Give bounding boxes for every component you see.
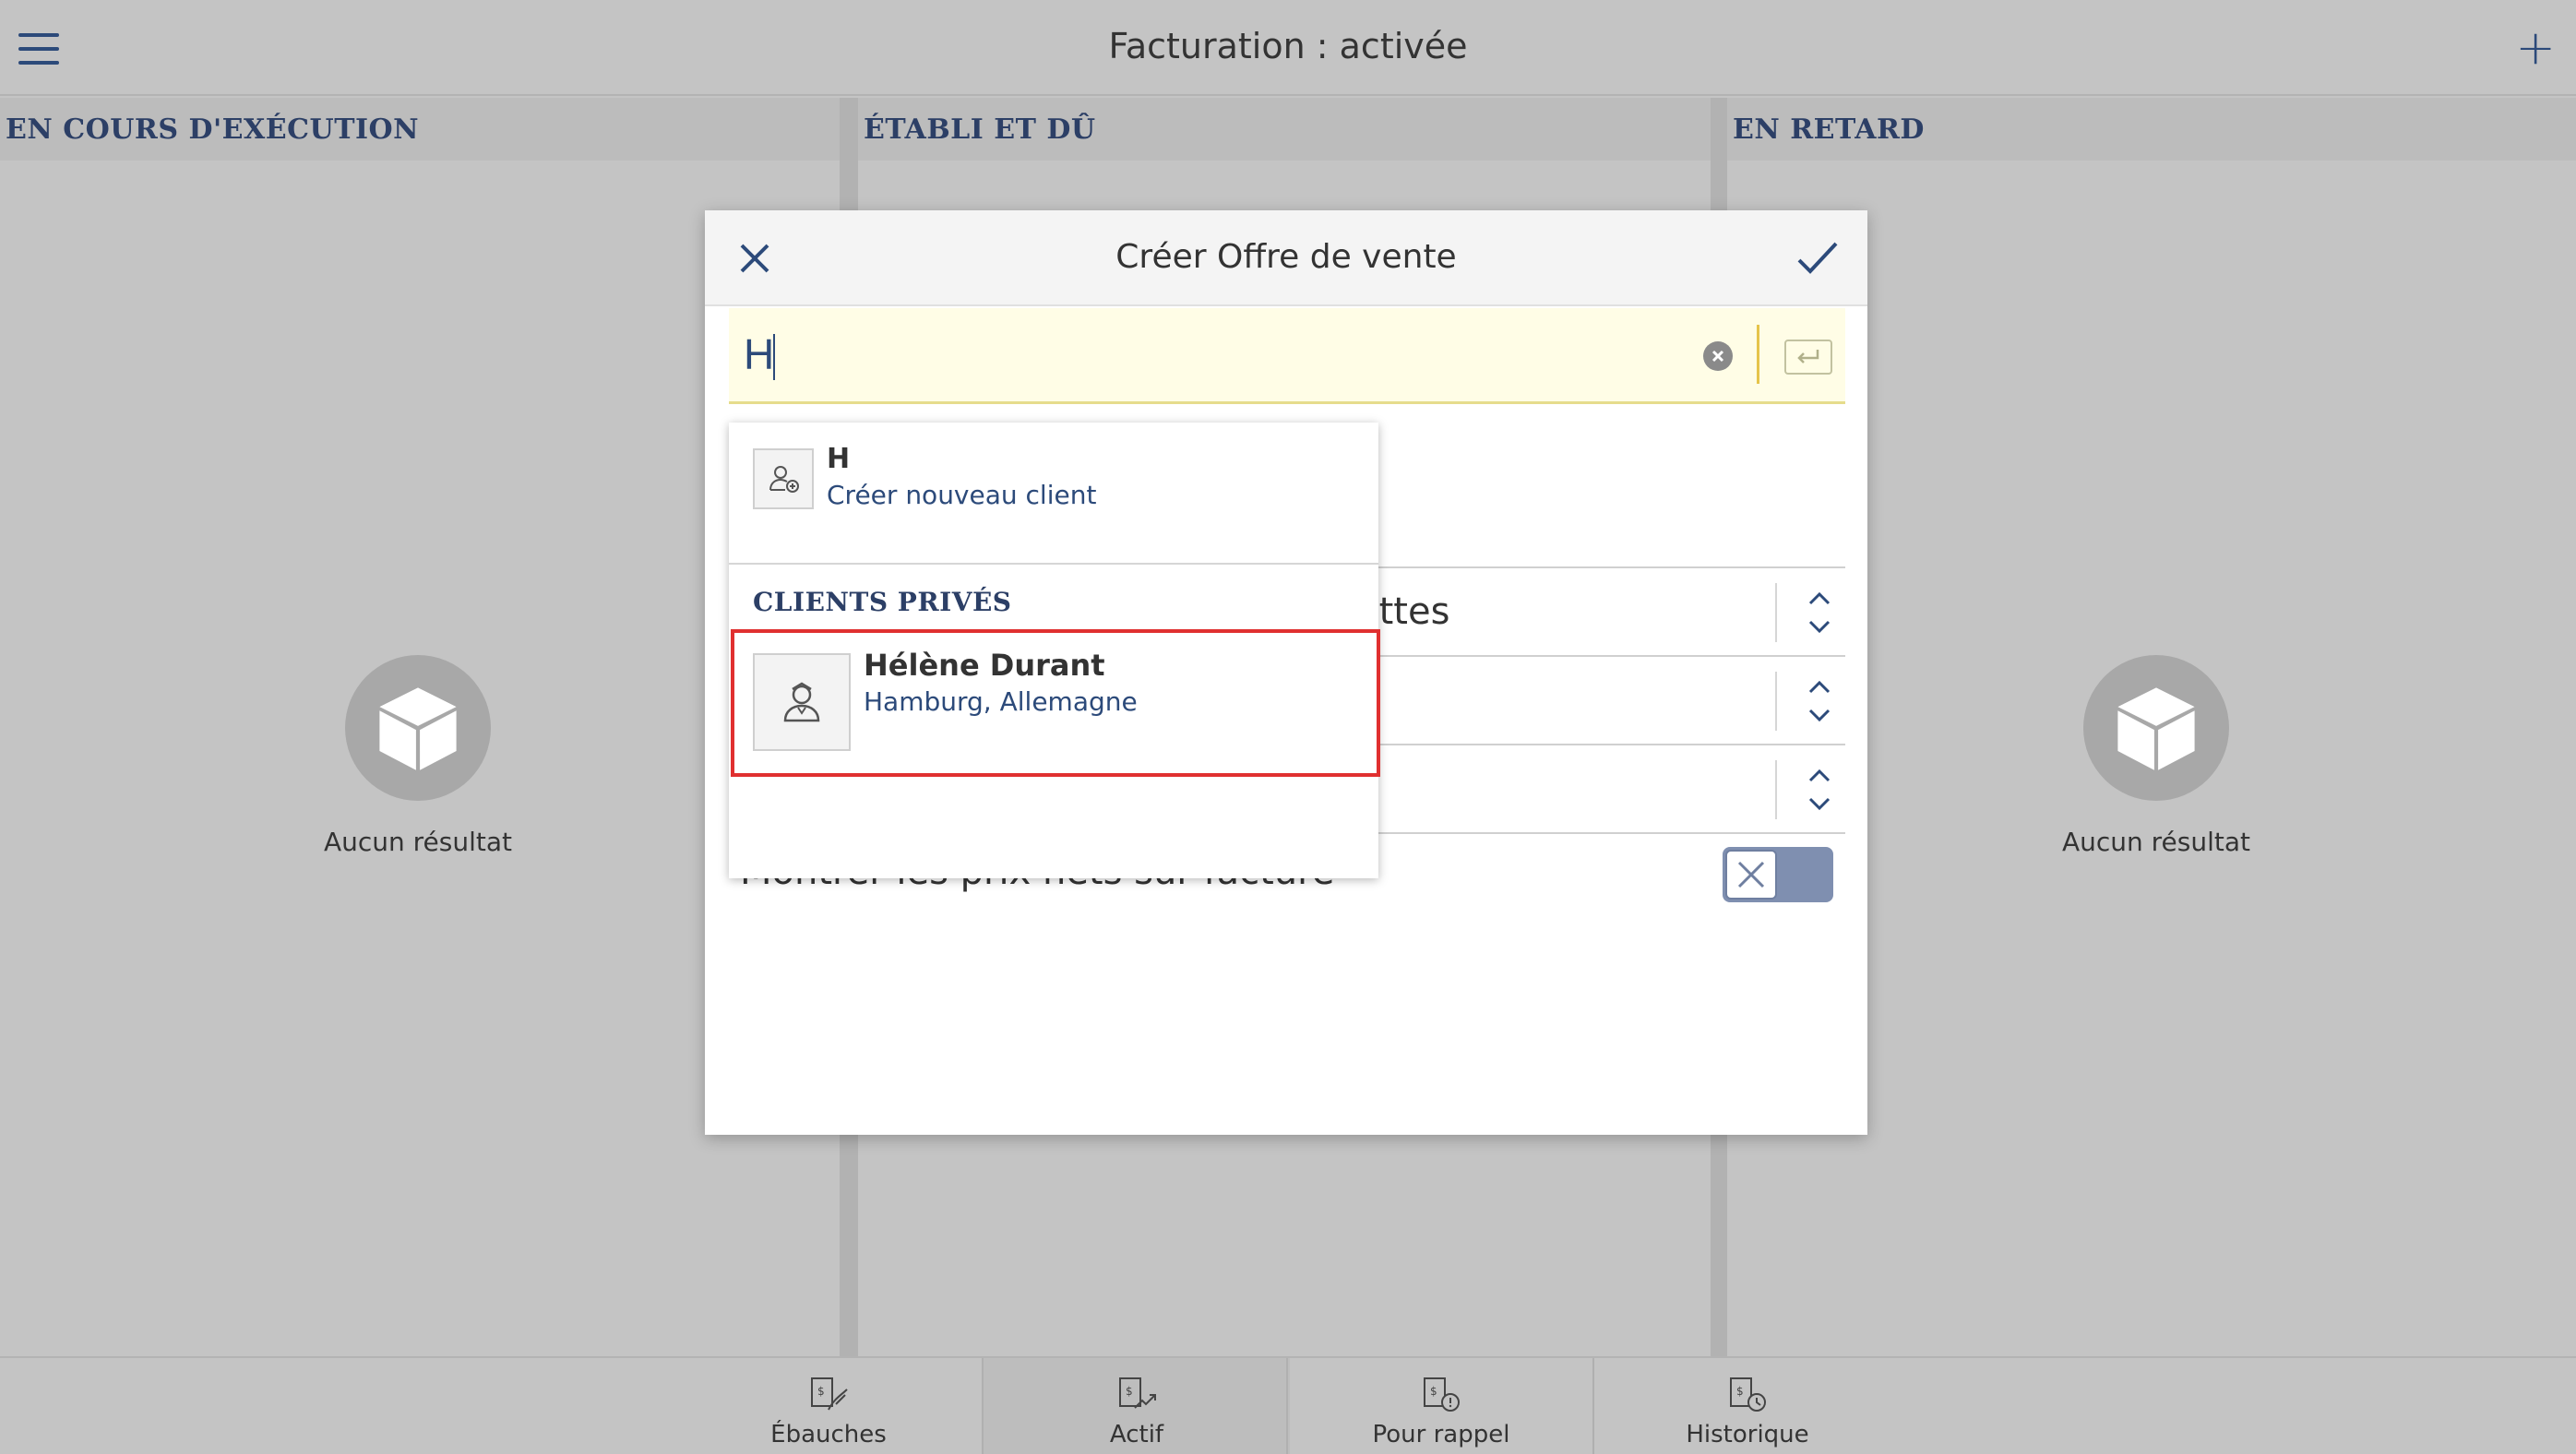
column-header: EN RETARD [1727,98,2576,161]
svg-text:$: $ [1126,1385,1133,1398]
svg-text:$: $ [1736,1385,1744,1398]
bottom-tab-bar: $ Ébauches $ Actif $ Pour rappel $ Histo… [0,1356,2576,1454]
search-separator [1757,325,1759,384]
customer-search-input[interactable] [729,308,1679,400]
active-invoice-icon: $ [1119,1377,1156,1409]
page-title: Facturation : activée [1108,26,1468,66]
row-separator [1775,672,1777,731]
customer-suggestions-dropdown: H Créer nouveau client CLIENTS PRIVÉS Hé… [729,423,1380,878]
net-prices-toggle[interactable] [1723,847,1833,902]
empty-state: Aucun résultat [2062,655,2250,857]
add-icon[interactable]: + [2515,22,2556,74]
empty-box-icon [2083,655,2229,801]
stepper-icon[interactable] [1807,764,1832,816]
column-header: ÉTABLI ET DÛ [858,98,1711,161]
stepper-icon[interactable] [1807,675,1832,727]
top-bar: Facturation : activée + [0,0,2576,96]
row-separator [1775,583,1777,642]
stepper-icon[interactable] [1807,587,1832,638]
customer-search-bar [729,308,1845,404]
empty-state-text: Aucun résultat [323,827,513,857]
clear-icon[interactable] [1703,341,1733,371]
reminder-invoice-icon: $ [1424,1377,1460,1412]
tab-label: Pour rappel [1372,1421,1510,1448]
section-header: CLIENTS PRIVÉS [753,587,1012,617]
text-caret [773,334,775,380]
tab-active[interactable]: $ Actif [984,1358,1290,1454]
tab-label: Historique [1686,1421,1809,1448]
empty-state: Aucun résultat [324,655,512,857]
svg-text:$: $ [817,1385,825,1398]
checkmark-icon[interactable] [1795,238,1840,279]
row-separator [1775,760,1777,819]
enter-icon[interactable] [1784,340,1832,375]
empty-box-icon [345,655,491,801]
create-option-subtitle: Créer nouveau client [827,480,1097,510]
column-header: EN COURS D'EXÉCUTION [0,98,840,161]
history-invoice-icon: $ [1730,1377,1766,1412]
tab-drafts[interactable]: $ Ébauches [675,1358,982,1454]
dialog-header: Créer Offre de vente [705,210,1867,306]
add-person-icon [753,448,814,509]
toggle-off-icon [1725,850,1777,900]
selection-highlight [731,629,1380,777]
svg-text:$: $ [1430,1385,1437,1398]
tab-label: Actif [1109,1421,1164,1448]
create-option-title: H [827,443,851,475]
tab-reminder[interactable]: $ Pour rappel [1288,1358,1594,1454]
tab-label: Ébauches [770,1421,887,1448]
empty-state-text: Aucun résultat [2061,827,2251,857]
create-new-customer-option[interactable]: H Créer nouveau client [729,423,1378,565]
create-sales-offer-dialog: Créer Offre de vente ettes Montrer les p… [705,210,1867,1135]
draft-invoice-icon: $ [811,1377,848,1411]
dialog-title: Créer Offre de vente [1115,238,1457,276]
tab-history[interactable]: $ Historique [1594,1358,1901,1454]
